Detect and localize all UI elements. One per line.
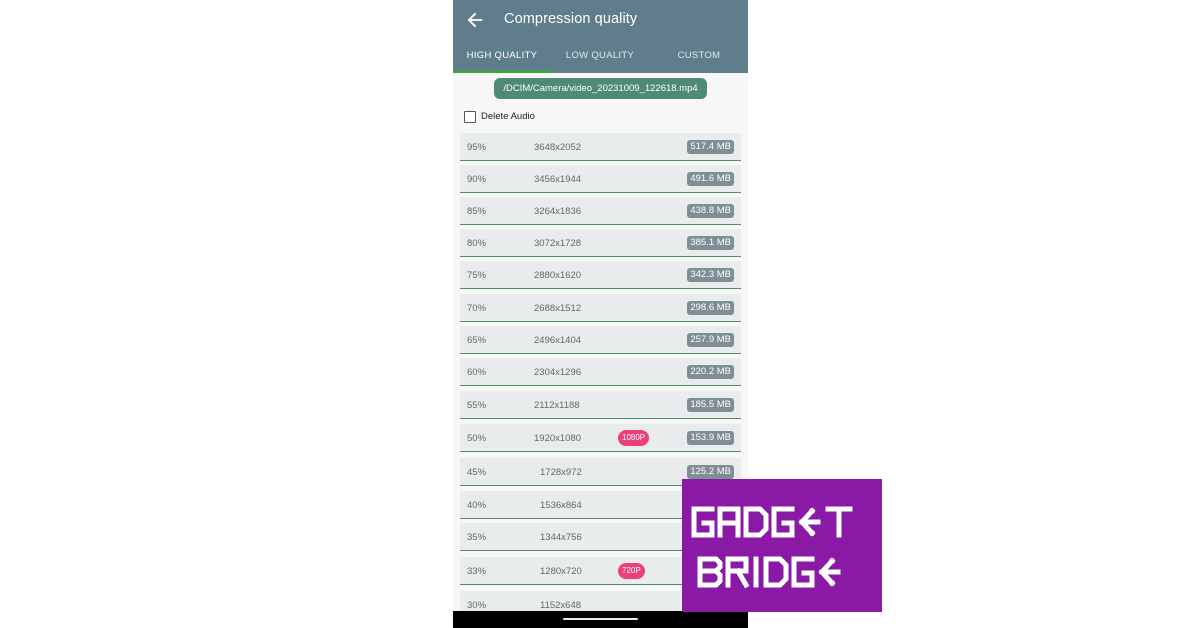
file-size-badge: 153.9 MB: [687, 431, 734, 445]
quality-resolution: 1536x864: [540, 500, 582, 511]
tab-indicator: [453, 70, 551, 73]
quality-row[interactable]: 50% 1920x1080 1080P 153.9 MB: [460, 424, 741, 452]
quality-row[interactable]: 60% 2304x1296 220.2 MB: [460, 358, 741, 386]
page-title: Compression quality: [504, 11, 638, 27]
quality-row[interactable]: 90% 3456x1944 491.6 MB: [460, 165, 741, 193]
quality-resolution: 3072x1728: [534, 238, 582, 249]
tab-custom[interactable]: CUSTOM: [650, 50, 748, 61]
resolution-badge: 1080P: [618, 430, 650, 446]
delete-audio-checkbox[interactable]: [464, 111, 476, 123]
quality-percent: 95%: [467, 142, 487, 153]
gadget-bridge-logo: [682, 479, 882, 612]
quality-resolution: 1152x648: [540, 600, 582, 611]
quality-row[interactable]: 85% 3264x1836 438.8 MB: [460, 197, 741, 225]
quality-resolution: 2304x1296: [534, 367, 582, 378]
tab-low-quality[interactable]: LOW QUALITY: [551, 50, 649, 61]
quality-percent: 40%: [467, 500, 487, 511]
quality-percent: 70%: [467, 303, 487, 314]
navigation-bar: [453, 611, 748, 628]
arrow-left-icon[interactable]: [464, 9, 486, 31]
quality-percent: 90%: [467, 174, 487, 185]
file-size-badge: 342.3 MB: [687, 268, 734, 282]
quality-row[interactable]: 70% 2688x1512 298.6 MB: [460, 294, 741, 322]
quality-row[interactable]: 55% 2112x1188 185.5 MB: [460, 391, 741, 419]
quality-resolution: 3648x2052: [534, 142, 582, 153]
file-size-badge: 257.9 MB: [687, 333, 734, 347]
home-indicator[interactable]: [563, 618, 638, 620]
quality-resolution: 1920x1080: [534, 433, 582, 444]
quality-resolution: 2688x1512: [534, 303, 582, 314]
quality-resolution: 1280x720: [540, 566, 582, 577]
quality-resolution: 3264x1836: [534, 206, 582, 217]
quality-percent: 33%: [467, 566, 487, 577]
tab-high-quality[interactable]: HIGH QUALITY: [453, 50, 551, 61]
file-size-badge: 491.6 MB: [687, 172, 734, 186]
file-size-badge: 125.2 MB: [687, 465, 734, 479]
file-size-badge: 185.5 MB: [687, 398, 734, 412]
quality-resolution: 1728x972: [540, 467, 582, 478]
quality-percent: 30%: [467, 600, 487, 611]
quality-resolution: 2496x1404: [534, 335, 582, 346]
quality-row[interactable]: 95% 3648x2052 517.4 MB: [460, 133, 741, 161]
file-size-badge: 438.8 MB: [687, 204, 734, 218]
quality-percent: 75%: [467, 270, 487, 281]
quality-row[interactable]: 80% 3072x1728 385.1 MB: [460, 229, 741, 257]
quality-percent: 45%: [467, 467, 487, 478]
quality-resolution: 1344x756: [540, 532, 582, 543]
file-path-chip: /DCIM/Camera/video_20231009_122618.mp4: [494, 78, 707, 99]
quality-resolution: 3456x1944: [534, 174, 582, 185]
delete-audio-label: Delete Audio: [481, 111, 535, 122]
file-size-badge: 517.4 MB: [687, 140, 734, 154]
quality-percent: 60%: [467, 367, 487, 378]
quality-percent: 65%: [467, 335, 487, 346]
resolution-badge: 720P: [618, 563, 645, 579]
quality-percent: 85%: [467, 206, 487, 217]
quality-percent: 50%: [467, 433, 487, 444]
file-size-badge: 298.6 MB: [687, 301, 734, 315]
quality-resolution: 2880x1620: [534, 270, 582, 281]
file-size-badge: 385.1 MB: [687, 236, 734, 250]
app-bar: Compression quality HIGH QUALITY LOW QUA…: [453, 0, 748, 73]
quality-resolution: 2112x1188: [534, 400, 580, 411]
quality-row[interactable]: 65% 2496x1404 257.9 MB: [460, 326, 741, 354]
gadget-bridge-logo-graphic: [691, 506, 853, 589]
quality-percent: 55%: [467, 400, 487, 411]
quality-percent: 80%: [467, 238, 487, 249]
file-size-badge: 220.2 MB: [687, 365, 734, 379]
quality-row[interactable]: 75% 2880x1620 342.3 MB: [460, 261, 741, 289]
quality-percent: 35%: [467, 532, 487, 543]
